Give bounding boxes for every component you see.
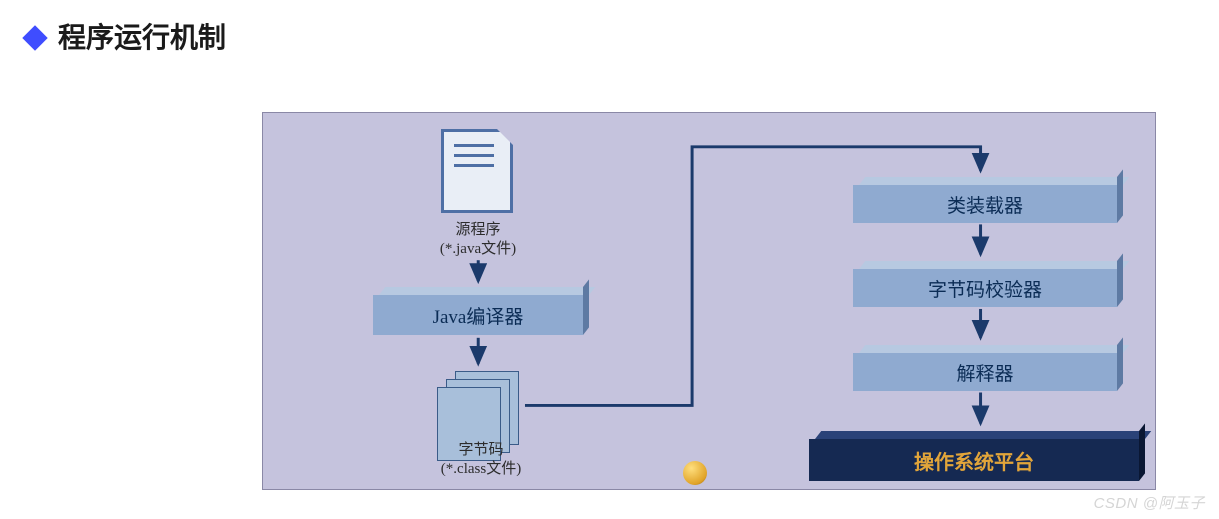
source-document-icon — [441, 129, 513, 213]
class-loader-block: 类装载器 — [853, 185, 1117, 223]
bytecode-caption: 字节码 (*.class文件) — [401, 441, 561, 479]
diagram-frame: 源程序 (*.java文件) Java编译器 字节码 (*.class文件) 类… — [262, 112, 1156, 490]
emoji-icon — [683, 461, 707, 485]
platform-block: 操作系统平台 — [809, 439, 1139, 481]
source-line1: 源程序 — [455, 222, 500, 238]
verifier-label: 字节码校验器 — [853, 269, 1117, 307]
bytecode-line2: (*.class文件) — [441, 461, 521, 477]
interpreter-block: 解释器 — [853, 353, 1117, 391]
platform-label: 操作系统平台 — [809, 439, 1139, 481]
verifier-block: 字节码校验器 — [853, 269, 1117, 307]
watermark: CSDN @阿玉子 — [1094, 492, 1205, 513]
source-line2: (*.java文件) — [440, 241, 516, 257]
compiler-label: Java编译器 — [373, 295, 583, 335]
interpreter-label: 解释器 — [853, 353, 1117, 391]
loader-label: 类装载器 — [853, 185, 1117, 223]
bytecode-line1: 字节码 — [458, 442, 503, 458]
section-heading: 程序运行机制 — [20, 16, 226, 56]
heading-text: 程序运行机制 — [58, 16, 226, 56]
compiler-block: Java编译器 — [373, 295, 583, 335]
source-caption: 源程序 (*.java文件) — [413, 221, 543, 259]
bullet-diamond-icon — [22, 25, 47, 50]
